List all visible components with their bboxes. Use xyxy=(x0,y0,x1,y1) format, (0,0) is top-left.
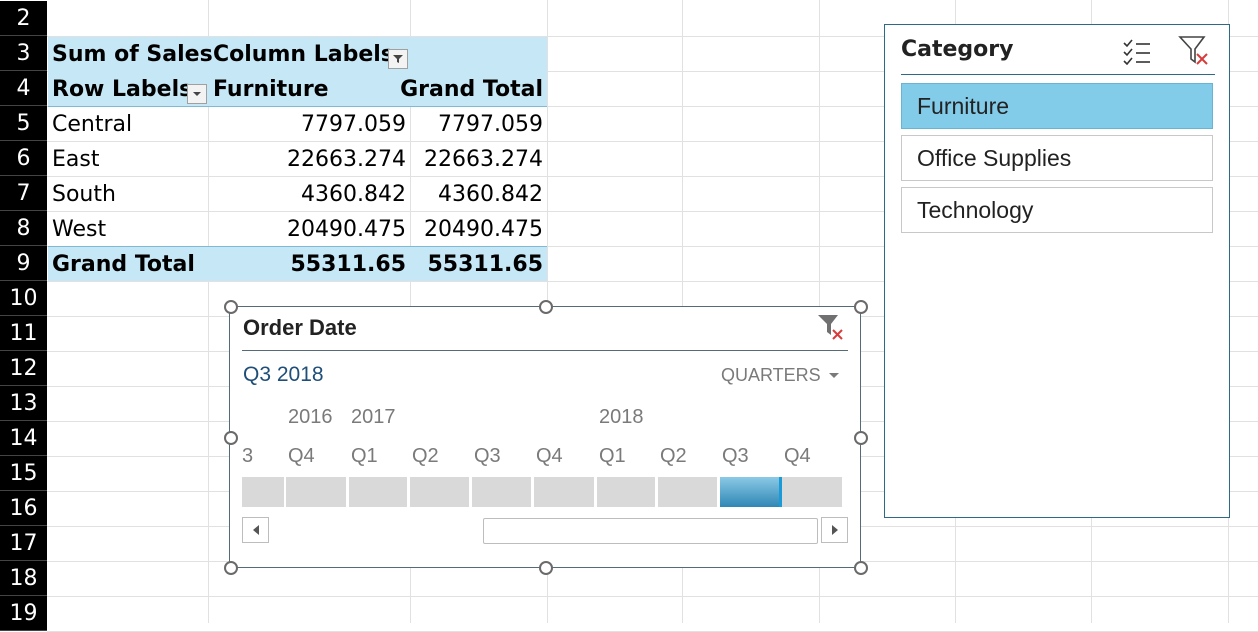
pivot-cell-furniture[interactable]: 20490.475 xyxy=(208,212,406,247)
timeline-period[interactable] xyxy=(534,477,594,507)
timeline-quarter-label: Q4 xyxy=(288,445,315,467)
row-header[interactable]: 12 xyxy=(0,351,47,386)
row-header[interactable]: 16 xyxy=(0,491,47,526)
resize-handle[interactable] xyxy=(854,300,868,314)
row-header[interactable]: 19 xyxy=(0,596,47,631)
pivot-cell-total[interactable]: 4360.842 xyxy=(410,177,543,212)
pivot-row-label[interactable]: South xyxy=(52,177,116,212)
grid-row-line xyxy=(47,596,1258,597)
arrow-right-icon xyxy=(831,525,838,535)
pivot-col-grand-total[interactable]: Grand Total xyxy=(400,72,543,107)
row-header[interactable]: 18 xyxy=(0,561,47,596)
slicer-item[interactable]: Furniture xyxy=(901,83,1213,129)
row-header[interactable]: 6 xyxy=(0,141,47,176)
pivot-cell-total[interactable]: 20490.475 xyxy=(410,212,543,247)
timeline-period[interactable] xyxy=(472,477,531,507)
grand-total-label[interactable]: Grand Total xyxy=(52,247,195,282)
multi-select-icon xyxy=(1123,39,1150,66)
pivot-cell-furniture[interactable]: 7797.059 xyxy=(208,107,406,142)
clear-filter-icon xyxy=(1178,36,1208,65)
row-header[interactable]: 15 xyxy=(0,456,47,491)
resize-handle[interactable] xyxy=(539,561,553,575)
slicer-item[interactable]: Office Supplies xyxy=(901,135,1213,181)
timeline-selection-label: Q3 2018 xyxy=(243,363,324,386)
row-header[interactable]: 17 xyxy=(0,526,47,561)
pivot-cell-total[interactable]: 22663.274 xyxy=(410,142,543,177)
timeline-quarter-label: Q1 xyxy=(351,445,378,467)
pivot-cell-total[interactable]: 7797.059 xyxy=(410,107,543,142)
row-filter-button[interactable] xyxy=(187,84,207,104)
filter-icon xyxy=(393,55,403,63)
timeline-title: Order Date xyxy=(243,315,357,340)
pivot-column-labels[interactable]: Column Labels xyxy=(213,37,394,72)
dropdown-arrow-icon xyxy=(193,92,201,96)
order-date-timeline[interactable]: Order Date Q3 2018 QUARTERS 2016 2017 2018… xyxy=(229,306,861,568)
row-header[interactable]: 3 xyxy=(0,36,47,71)
row-header[interactable]: 9 xyxy=(0,246,47,281)
resize-handle[interactable] xyxy=(224,300,238,314)
timeline-period[interactable] xyxy=(286,477,346,507)
timeline-year-label: 2018 xyxy=(599,406,644,428)
pivot-cell-furniture[interactable]: 22663.274 xyxy=(208,142,406,177)
resize-handle[interactable] xyxy=(854,561,868,575)
slicer-divider xyxy=(901,74,1215,75)
clear-filter-icon xyxy=(818,315,843,340)
timeline-level-dropdown[interactable]: QUARTERS xyxy=(721,365,841,386)
resize-handle[interactable] xyxy=(539,300,553,314)
timeline-year-label: 2016 xyxy=(288,406,333,428)
row-header[interactable]: 7 xyxy=(0,176,47,211)
row-header[interactable]: 8 xyxy=(0,211,47,246)
resize-handle[interactable] xyxy=(854,431,868,445)
grand-total-total[interactable]: 55311.65 xyxy=(410,247,543,282)
pivot-value-label[interactable]: Sum of Sales xyxy=(52,37,213,72)
row-header[interactable]: 13 xyxy=(0,386,47,421)
pivot-cell-furniture[interactable]: 4360.842 xyxy=(208,177,406,212)
category-slicer[interactable]: Category Furniture Office Supplies Technol… xyxy=(884,24,1230,518)
pivot-row-label[interactable]: West xyxy=(52,212,106,247)
timeline-period[interactable] xyxy=(782,477,842,507)
row-header[interactable]: 14 xyxy=(0,421,47,456)
scroll-right-button[interactable] xyxy=(821,517,848,543)
row-header[interactable]: 10 xyxy=(0,281,47,316)
row-header[interactable]: 2 xyxy=(0,1,47,36)
timeline-year-label: 2017 xyxy=(351,406,396,428)
timeline-quarter-label: Q3 xyxy=(722,445,749,467)
arrow-left-icon xyxy=(252,525,259,535)
timeline-period[interactable] xyxy=(410,477,469,507)
timeline-level-label: QUARTERS xyxy=(721,365,821,385)
pivot-row-labels[interactable]: Row Labels xyxy=(52,72,192,107)
timeline-period[interactable] xyxy=(242,477,284,507)
timeline-quarter-label: Q4 xyxy=(536,445,563,467)
slicer-title: Category xyxy=(901,37,1014,62)
timeline-period[interactable] xyxy=(597,477,655,507)
timeline-quarter-label: Q1 xyxy=(599,445,626,467)
timeline-clear-filter-button[interactable] xyxy=(817,313,845,341)
pivot-col-furniture[interactable]: Furniture xyxy=(213,72,329,107)
timeline-divider xyxy=(242,350,848,351)
timeline-quarter-label: Q3 xyxy=(474,445,501,467)
multi-select-button[interactable] xyxy=(1122,37,1152,66)
resize-handle[interactable] xyxy=(224,561,238,575)
column-filter-button[interactable] xyxy=(388,49,408,69)
grand-total-furniture[interactable]: 55311.65 xyxy=(208,247,406,282)
timeline-period-selected[interactable] xyxy=(720,477,782,507)
timeline-quarter-label: Q2 xyxy=(660,445,687,467)
chevron-down-icon xyxy=(828,372,839,378)
timeline-quarter-label: Q4 xyxy=(784,445,811,467)
pivot-row-label[interactable]: East xyxy=(52,142,99,177)
scroll-left-button[interactable] xyxy=(242,517,269,543)
timeline-quarter-label: 3 xyxy=(242,445,254,467)
timeline-quarter-label: Q2 xyxy=(412,445,439,467)
resize-handle[interactable] xyxy=(224,431,238,445)
row-header[interactable]: 5 xyxy=(0,106,47,141)
pivot-row-label[interactable]: Central xyxy=(52,107,132,142)
row-header[interactable]: 4 xyxy=(0,71,47,106)
slicer-item[interactable]: Technology xyxy=(901,187,1213,233)
clear-filter-button[interactable] xyxy=(1178,35,1210,65)
timeline-period[interactable] xyxy=(349,477,407,507)
timeline-period[interactable] xyxy=(658,477,717,507)
timeline-scrollbar-thumb[interactable] xyxy=(483,518,818,544)
row-header[interactable]: 11 xyxy=(0,316,47,351)
